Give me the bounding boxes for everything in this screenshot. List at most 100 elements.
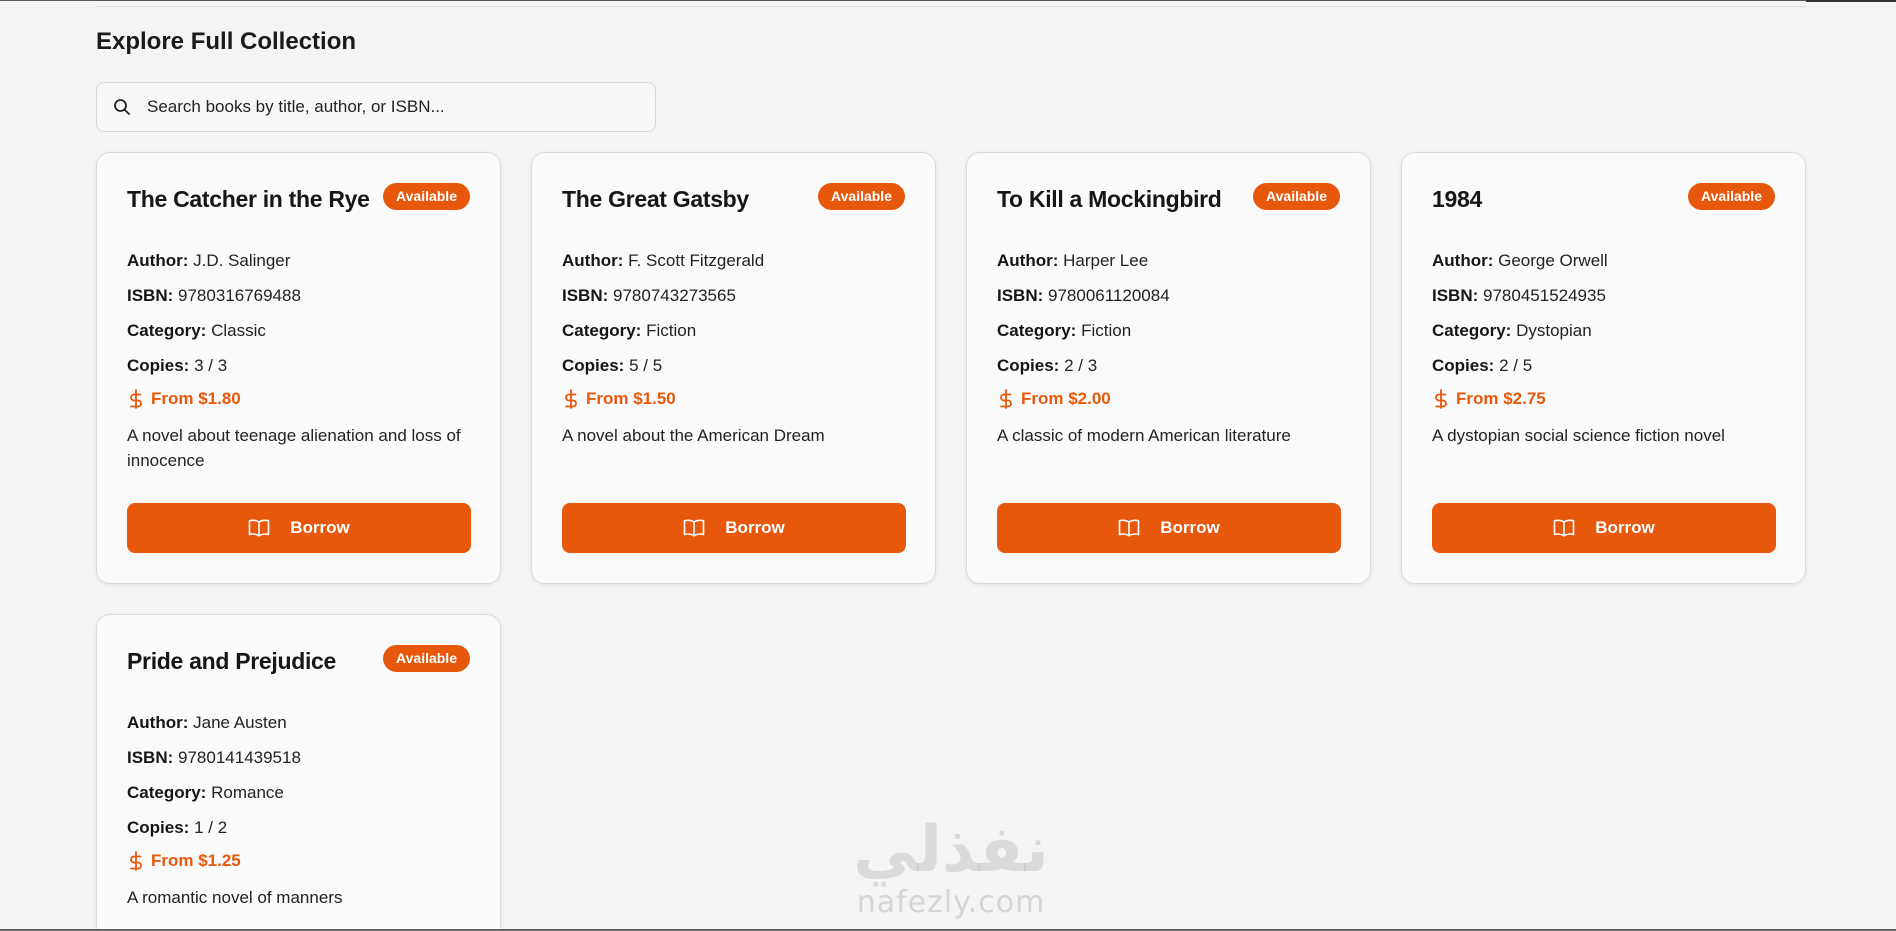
isbn-label: ISBN: — [1432, 286, 1479, 305]
book-description: A novel about the American Dream — [562, 426, 825, 445]
watermark-latin: nafezly.com — [856, 885, 1046, 920]
isbn-value: 9780743273565 — [613, 286, 736, 305]
borrow-label: Borrow — [1595, 518, 1655, 537]
window-top-right-edge — [1806, 0, 1896, 2]
status-badge: Available — [1688, 183, 1775, 210]
watermark-arabic: نفذلي — [853, 813, 1049, 887]
author-label: Author: — [127, 713, 189, 732]
isbn-label: ISBN: — [997, 286, 1044, 305]
search-bar[interactable] — [96, 82, 656, 132]
copies-value: 2 / 3 — [1064, 356, 1098, 375]
author-value: Harper Lee — [1063, 251, 1149, 270]
author-label: Author: — [127, 251, 189, 270]
book-card: Pride and Prejudice Available Author: Ja… — [96, 614, 501, 931]
category-label: Category: — [1432, 321, 1512, 340]
book-title: Pride and Prejudice — [127, 648, 337, 674]
copies-label: Copies: — [127, 818, 190, 837]
section-divider — [96, 6, 1806, 7]
author-row: Author: F. Scott Fitzgerald — [562, 251, 764, 271]
book-card: The Great Gatsby Available Author: F. Sc… — [531, 152, 936, 584]
section-title: Explore Full Collection — [96, 28, 357, 55]
book-description: A classic of modern American literature — [997, 426, 1291, 445]
copies-value: 2 / 5 — [1499, 356, 1533, 375]
author-value: F. Scott Fitzgerald — [628, 251, 765, 270]
category-row: Category: Fiction — [997, 321, 1131, 341]
isbn-label: ISBN: — [127, 748, 174, 767]
copies-value: 5 / 5 — [629, 356, 663, 375]
copies-row: Copies: 5 / 5 — [562, 356, 662, 376]
book-title: The Catcher in the Rye — [127, 186, 370, 212]
book-open-icon — [248, 519, 270, 537]
category-row: Category: Romance — [127, 783, 284, 803]
author-row: Author: George Orwell — [1432, 251, 1608, 271]
author-value: J.D. Salinger — [193, 251, 291, 270]
dollar-icon — [127, 851, 145, 871]
window-top-edge — [0, 0, 1896, 1]
copies-value: 1 / 2 — [194, 818, 228, 837]
borrow-label: Borrow — [290, 518, 350, 537]
isbn-row: ISBN: 9780743273565 — [562, 286, 736, 306]
watermark-logo: نفذلي nafezly.com — [836, 815, 1066, 931]
author-row: Author: J.D. Salinger — [127, 251, 290, 271]
copies-label: Copies: — [997, 356, 1060, 375]
author-value: Jane Austen — [193, 713, 287, 732]
copies-label: Copies: — [1432, 356, 1495, 375]
category-label: Category: — [127, 321, 207, 340]
copies-value: 3 / 3 — [194, 356, 228, 375]
dollar-icon — [127, 389, 145, 409]
copies-label: Copies: — [127, 356, 190, 375]
borrow-label: Borrow — [1160, 518, 1220, 537]
copies-label: Copies: — [562, 356, 625, 375]
price-value: From $2.75 — [1456, 389, 1546, 408]
copies-row: Copies: 2 / 5 — [1432, 356, 1532, 376]
isbn-value: 9780141439518 — [178, 748, 301, 767]
book-description: A novel about teenage alienation and los… — [127, 426, 461, 470]
search-icon — [97, 82, 147, 132]
category-value: Romance — [211, 783, 284, 802]
copies-row: Copies: 1 / 2 — [127, 818, 227, 838]
borrow-button[interactable]: Borrow — [127, 503, 471, 553]
borrow-button[interactable]: Borrow — [562, 503, 906, 553]
author-label: Author: — [562, 251, 624, 270]
book-card: To Kill a Mockingbird Available Author: … — [966, 152, 1371, 584]
book-open-icon — [683, 519, 705, 537]
borrow-button[interactable]: Borrow — [997, 503, 1341, 553]
price-row: From $2.00 — [997, 389, 1111, 409]
price-value: From $2.00 — [1021, 389, 1111, 408]
isbn-row: ISBN: 9780451524935 — [1432, 286, 1606, 306]
book-open-icon — [1118, 519, 1140, 537]
category-label: Category: — [562, 321, 642, 340]
category-row: Category: Classic — [127, 321, 266, 341]
book-card: The Catcher in the Rye Available Author:… — [96, 152, 501, 584]
dollar-icon — [1432, 389, 1450, 409]
category-value: Classic — [211, 321, 266, 340]
borrow-button[interactable]: Borrow — [1432, 503, 1776, 553]
book-description: A dystopian social science fiction novel — [1432, 426, 1725, 445]
category-label: Category: — [997, 321, 1077, 340]
author-label: Author: — [1432, 251, 1494, 270]
dollar-icon — [562, 389, 580, 409]
author-row: Author: Harper Lee — [997, 251, 1148, 271]
price-value: From $1.80 — [151, 389, 241, 408]
price-value: From $1.25 — [151, 851, 241, 870]
isbn-label: ISBN: — [127, 286, 174, 305]
author-value: George Orwell — [1498, 251, 1608, 270]
status-badge: Available — [383, 645, 470, 672]
isbn-value: 9780061120084 — [1048, 286, 1170, 305]
price-row: From $1.25 — [127, 851, 241, 871]
isbn-row: ISBN: 9780061120084 — [997, 286, 1170, 306]
price-row: From $1.50 — [562, 389, 676, 409]
category-row: Category: Fiction — [562, 321, 696, 341]
book-card: 1984 Available Author: George Orwell ISB… — [1401, 152, 1806, 584]
status-badge: Available — [383, 183, 470, 210]
isbn-value: 9780451524935 — [1483, 286, 1606, 305]
isbn-value: 9780316769488 — [178, 286, 301, 305]
copies-row: Copies: 3 / 3 — [127, 356, 227, 376]
book-title: 1984 — [1432, 186, 1482, 212]
search-input[interactable] — [147, 87, 627, 127]
isbn-row: ISBN: 9780141439518 — [127, 748, 301, 768]
book-title: The Great Gatsby — [562, 186, 749, 212]
category-label: Category: — [127, 783, 207, 802]
price-value: From $1.50 — [586, 389, 676, 408]
category-value: Fiction — [646, 321, 697, 340]
